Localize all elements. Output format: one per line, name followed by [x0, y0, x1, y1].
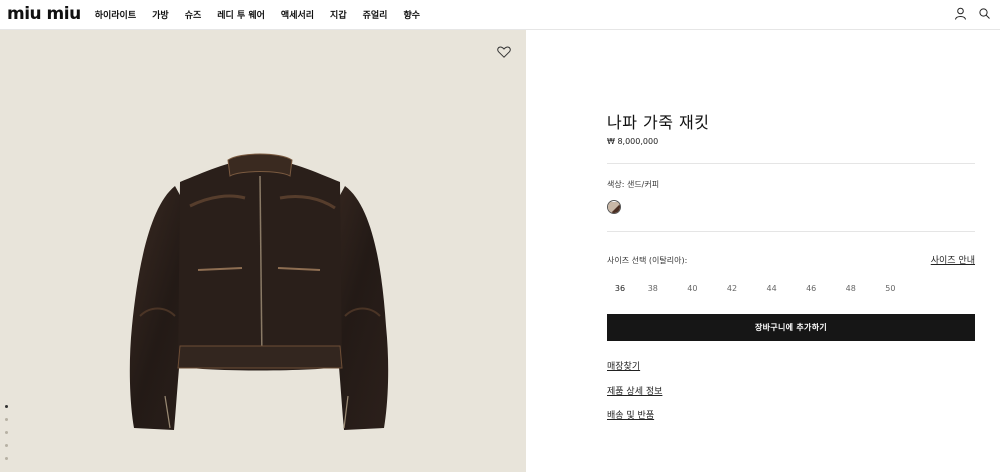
brand-logo[interactable]: miu miu: [7, 6, 81, 23]
nav-item-fragrance[interactable]: 향수: [403, 8, 420, 21]
size-option-48[interactable]: 48: [831, 284, 871, 293]
product-price: ₩ 8,000,000: [607, 137, 659, 146]
size-option-36[interactable]: 36: [607, 284, 633, 293]
size-option-50[interactable]: 50: [871, 284, 911, 293]
slide-dot[interactable]: [5, 431, 8, 434]
divider: [607, 163, 975, 164]
product-image-jacket: [129, 153, 389, 430]
header-icons: [953, 6, 992, 21]
divider: [607, 231, 975, 232]
size-options: 36 38 40 42 44 46 48 50: [607, 284, 910, 293]
size-option-44[interactable]: 44: [752, 284, 792, 293]
color-label: 색상: 샌드/커피: [607, 180, 660, 189]
size-option-40[interactable]: 40: [673, 284, 713, 293]
size-option-42[interactable]: 42: [712, 284, 752, 293]
product-title: 나파 가죽 재킷: [607, 113, 710, 132]
top-header: miu miu 하이라이트 가방 슈즈 레디 투 웨어 액세서리 지갑 쥬얼리 …: [0, 0, 1000, 30]
search-icon[interactable]: [977, 6, 992, 21]
add-to-cart-button[interactable]: 장바구니에 추가하기: [607, 314, 975, 341]
product-info-panel: 나파 가죽 재킷 ₩ 8,000,000 색상: 샌드/커피 사이즈 선택 (이…: [607, 30, 975, 472]
product-details-link[interactable]: 제품 상세 정보: [607, 384, 662, 397]
slide-dot[interactable]: [5, 418, 8, 421]
nav-item-jewelry[interactable]: 쥬얼리: [363, 8, 388, 21]
store-locator-link[interactable]: 매장찾기: [607, 359, 640, 372]
size-option-38[interactable]: 38: [633, 284, 673, 293]
color-swatch-sand-coffee[interactable]: [607, 200, 621, 214]
nav-item-shoes[interactable]: 슈즈: [185, 8, 202, 21]
slide-dot[interactable]: [5, 405, 8, 408]
heart-icon[interactable]: [496, 44, 512, 60]
product-image-panel: [0, 30, 526, 472]
slide-indicators: [5, 405, 8, 460]
slide-dot[interactable]: [5, 457, 8, 460]
nav-item-bags[interactable]: 가방: [152, 8, 169, 21]
nav-item-ready-to-wear[interactable]: 레디 투 웨어: [217, 8, 265, 21]
main-nav: 하이라이트 가방 슈즈 레디 투 웨어 액세서리 지갑 쥬얼리 향수: [95, 8, 420, 21]
nav-item-highlights[interactable]: 하이라이트: [95, 8, 136, 21]
user-icon[interactable]: [953, 6, 968, 21]
size-option-46[interactable]: 46: [791, 284, 831, 293]
size-label: 사이즈 선택 (이탈리아):: [607, 256, 688, 265]
size-guide-link[interactable]: 사이즈 안내: [931, 253, 975, 266]
slide-dot[interactable]: [5, 444, 8, 447]
shipping-returns-link[interactable]: 배송 및 반품: [607, 408, 654, 421]
nav-item-accessories[interactable]: 액세서리: [281, 8, 314, 21]
nav-item-wallets[interactable]: 지갑: [330, 8, 347, 21]
